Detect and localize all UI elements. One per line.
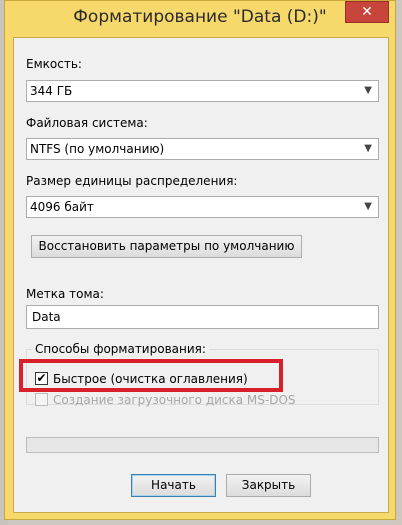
msdos-startup-option: Создание загрузочного диска MS-DOS — [35, 392, 335, 408]
capacity-value: 344 ГБ — [30, 84, 73, 98]
dialog-client-area: Емкость: 344 ГБ ▼ Файловая система: NTFS… — [13, 37, 389, 513]
msdos-startup-label: Создание загрузочного диска MS-DOS — [53, 393, 296, 407]
title-bar[interactable]: Форматирование "Data (D:)" ✕ — [5, 1, 395, 37]
filesystem-dropdown[interactable]: NTFS (по умолчанию) ▼ — [26, 138, 379, 160]
format-options-title: Способы форматирования: — [32, 342, 209, 356]
capacity-dropdown[interactable]: 344 ГБ ▼ — [26, 80, 379, 102]
volume-label-label: Метка тома: — [26, 287, 104, 301]
quick-format-highlight-annotation — [19, 359, 283, 392]
close-icon: ✕ — [361, 4, 373, 20]
close-window-button[interactable]: ✕ — [345, 1, 389, 23]
close-button[interactable]: Закрыть — [226, 474, 311, 497]
restore-defaults-button[interactable]: Восстановить параметры по умолчанию — [31, 235, 302, 258]
capacity-label: Емкость: — [26, 57, 82, 71]
msdos-startup-checkbox — [35, 393, 48, 406]
chevron-down-icon: ▼ — [364, 143, 372, 154]
chevron-down-icon: ▼ — [364, 85, 372, 96]
chevron-down-icon: ▼ — [364, 201, 372, 212]
format-dialog-window: Форматирование "Data (D:)" ✕ Емкость: 34… — [4, 0, 396, 520]
allocation-dropdown[interactable]: 4096 байт ▼ — [26, 196, 379, 218]
start-button[interactable]: Начать — [131, 474, 216, 497]
allocation-value: 4096 байт — [30, 200, 94, 214]
format-progress-bar — [26, 437, 379, 453]
filesystem-value: NTFS (по умолчанию) — [30, 142, 165, 156]
window-title: Форматирование "Data (D:)" — [73, 7, 327, 27]
filesystem-label: Файловая система: — [26, 116, 148, 130]
allocation-label: Размер единицы распределения: — [26, 174, 238, 188]
volume-label-input[interactable]: Data — [26, 305, 379, 329]
